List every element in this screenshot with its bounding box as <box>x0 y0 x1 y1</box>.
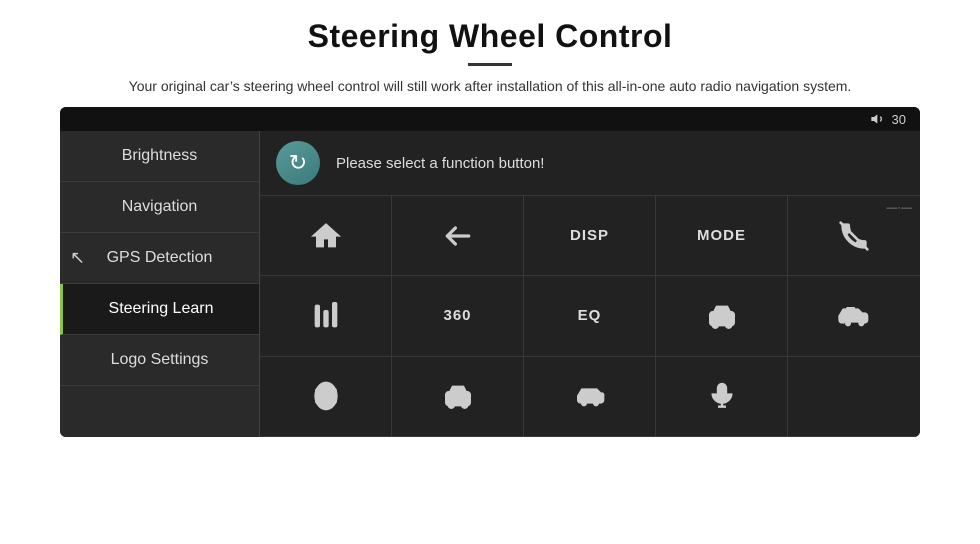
grid-cell-empty <box>788 357 920 437</box>
device-frame: 30 Brightness Navigation ↖ GPS Detection… <box>60 107 920 437</box>
grid-cell-phone-mute[interactable]: —·— <box>788 196 920 276</box>
sidebar-item-logo[interactable]: Logo Settings <box>60 335 259 386</box>
disp-label: DISP <box>570 227 609 244</box>
sidebar-item-steering-learn[interactable]: Steering Learn <box>60 284 259 335</box>
back-icon <box>442 220 474 252</box>
cursor-icon: ↖ <box>70 248 85 269</box>
page-header: Steering Wheel Control Your original car… <box>0 0 980 107</box>
grid-cell-car-top[interactable] <box>260 357 392 437</box>
speaker-icon <box>870 111 886 127</box>
mode-label: MODE <box>697 227 746 244</box>
grid-cell-back[interactable] <box>392 196 524 276</box>
grid-cell-mode[interactable]: MODE <box>656 196 788 276</box>
sidebar-item-gps[interactable]: ↖ GPS Detection <box>60 233 259 284</box>
mic-icon <box>706 380 738 412</box>
sidebar: Brightness Navigation ↖ GPS Detection St… <box>60 131 260 437</box>
grid-cell-360[interactable]: 360 <box>392 276 524 356</box>
360-label: 360 <box>443 307 471 324</box>
grid-cell-car-side[interactable] <box>788 276 920 356</box>
refresh-icon: ↻ <box>289 150 307 176</box>
grid-cell-eq[interactable]: EQ <box>524 276 656 356</box>
sidebar-item-brightness[interactable]: Brightness <box>60 131 259 182</box>
eq-label: EQ <box>578 307 602 324</box>
title-divider <box>468 63 512 66</box>
corner-indicator: —·— <box>886 202 912 214</box>
volume-level: 30 <box>892 112 906 127</box>
top-bar: 30 <box>60 107 920 131</box>
grid-cell-car-rear[interactable] <box>392 357 524 437</box>
refresh-button[interactable]: ↻ <box>276 141 320 185</box>
equalizer-icon <box>310 300 342 332</box>
grid-cell-car-left[interactable] <box>524 357 656 437</box>
content-area: ↻ Please select a function button! <box>260 131 920 437</box>
phone-mute-icon <box>838 220 870 252</box>
car-side-icon <box>838 300 870 332</box>
grid-cell-disp[interactable]: DISP <box>524 196 656 276</box>
content-top: ↻ Please select a function button! <box>260 131 920 196</box>
button-grid: DISP MODE —·— <box>260 196 920 437</box>
grid-cell-mic[interactable] <box>656 357 788 437</box>
grid-cell-home[interactable] <box>260 196 392 276</box>
grid-cell-car-front[interactable] <box>656 276 788 356</box>
car-rear-icon <box>442 380 474 412</box>
home-icon <box>310 220 342 252</box>
main-area: Brightness Navigation ↖ GPS Detection St… <box>60 131 920 437</box>
prompt-text: Please select a function button! <box>336 155 544 172</box>
page-title: Steering Wheel Control <box>60 18 920 55</box>
page-subtitle: Your original car’s steering wheel contr… <box>60 76 920 97</box>
sidebar-item-navigation[interactable]: Navigation <box>60 182 259 233</box>
car-left-icon <box>574 380 606 412</box>
grid-cell-equalizer[interactable] <box>260 276 392 356</box>
car-front-icon <box>706 300 738 332</box>
car-top-icon <box>310 380 342 412</box>
